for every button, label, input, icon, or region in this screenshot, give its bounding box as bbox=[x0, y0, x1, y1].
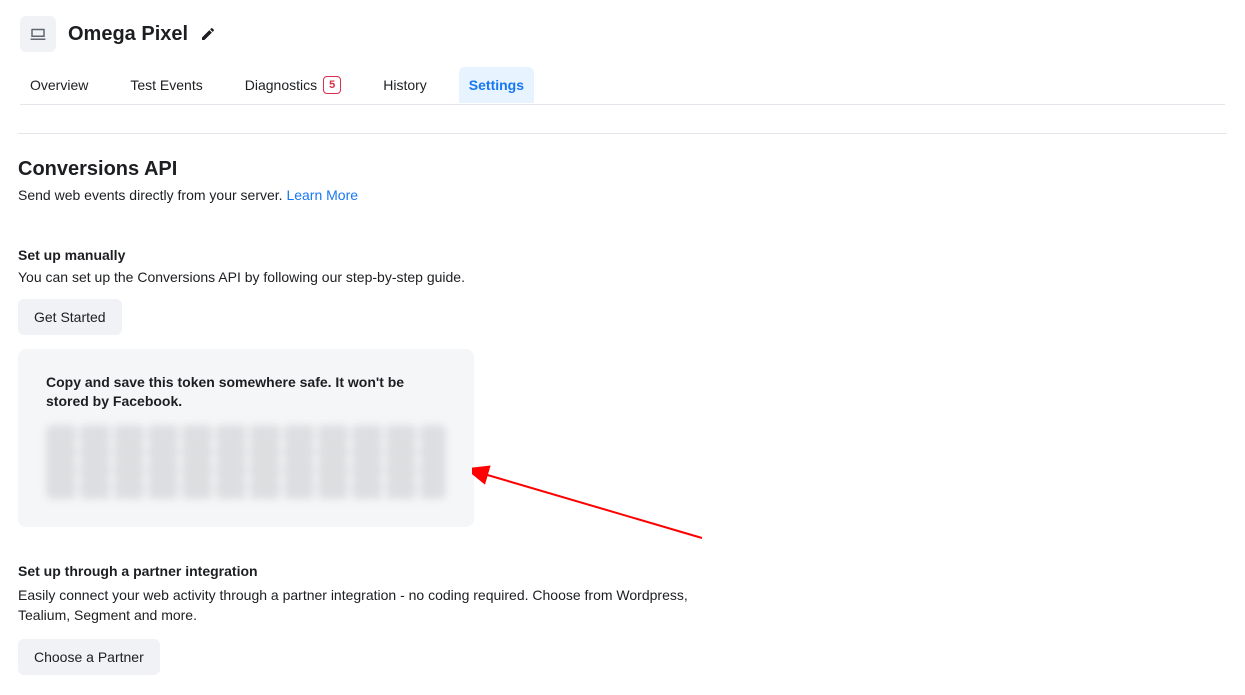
section-title: Conversions API bbox=[18, 158, 1227, 181]
token-value-blurred bbox=[46, 425, 446, 499]
tab-label: Overview bbox=[30, 77, 88, 93]
partner-title: Set up through a partner integration bbox=[18, 563, 1227, 579]
tab-overview[interactable]: Overview bbox=[20, 67, 98, 103]
laptop-icon bbox=[29, 25, 47, 43]
content: Conversions API Send web events directly… bbox=[0, 134, 1245, 695]
get-started-button[interactable]: Get Started bbox=[18, 299, 122, 335]
diagnostics-badge: 5 bbox=[323, 76, 341, 94]
page-title: Omega Pixel bbox=[68, 23, 188, 46]
token-panel-text: Copy and save this token somewhere safe.… bbox=[46, 373, 446, 411]
tab-history[interactable]: History bbox=[373, 67, 437, 103]
pixel-avatar bbox=[20, 16, 56, 52]
section-desc-text: Send web events directly from your serve… bbox=[18, 187, 283, 203]
tab-test-events[interactable]: Test Events bbox=[120, 67, 212, 103]
title-row: Omega Pixel bbox=[20, 16, 1225, 52]
manual-title: Set up manually bbox=[18, 247, 1227, 263]
manual-desc: You can set up the Conversions API by fo… bbox=[18, 269, 1227, 285]
tab-label: Settings bbox=[469, 77, 524, 93]
tab-settings[interactable]: Settings bbox=[459, 67, 534, 103]
choose-partner-button[interactable]: Choose a Partner bbox=[18, 639, 160, 675]
section-desc: Send web events directly from your serve… bbox=[18, 187, 1227, 203]
tab-label: Diagnostics bbox=[245, 77, 317, 93]
edit-icon[interactable] bbox=[200, 26, 216, 42]
partner-desc: Easily connect your web activity through… bbox=[18, 585, 698, 626]
tabs: Overview Test Events Diagnostics 5 Histo… bbox=[20, 66, 1225, 105]
tab-label: History bbox=[383, 77, 427, 93]
learn-more-link[interactable]: Learn More bbox=[286, 187, 358, 203]
token-panel: Copy and save this token somewhere safe.… bbox=[18, 349, 474, 527]
header: Omega Pixel Overview Test Events Diagnos… bbox=[0, 0, 1245, 105]
tab-label: Test Events bbox=[130, 77, 202, 93]
tab-diagnostics[interactable]: Diagnostics 5 bbox=[235, 66, 352, 104]
